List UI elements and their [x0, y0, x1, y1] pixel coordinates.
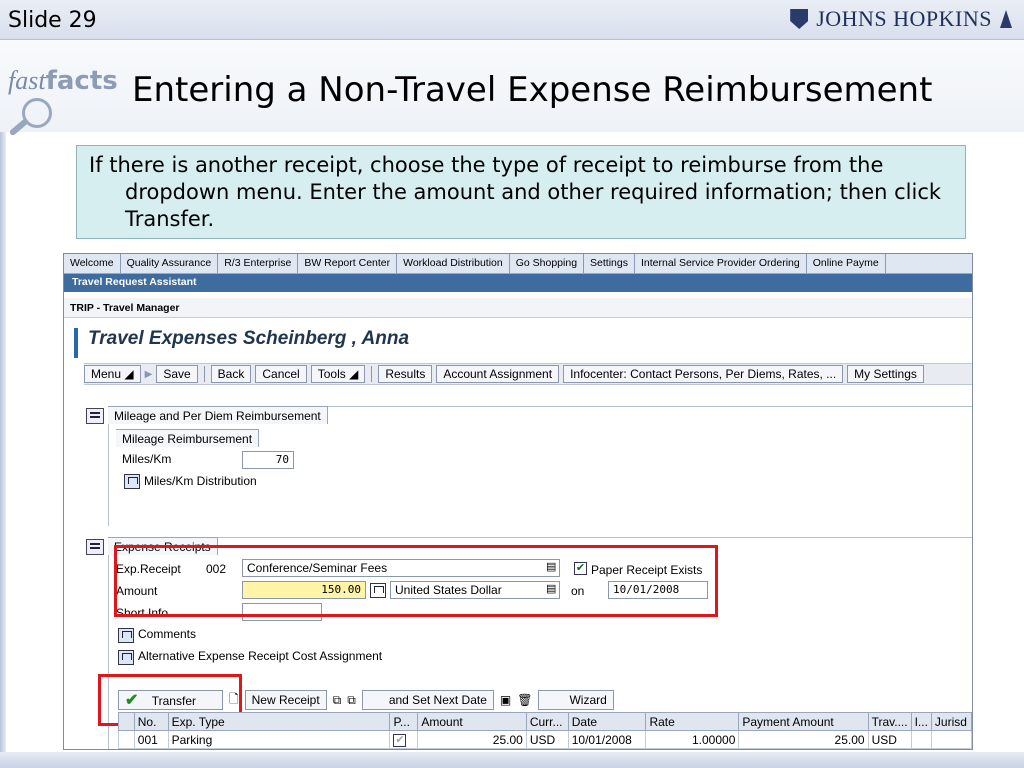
- fastfacts-word-b: facts: [45, 66, 118, 96]
- miles-label: Miles/Km: [122, 452, 172, 466]
- highlight-receipt-fields: [114, 545, 718, 617]
- logo-text: JOHNS HOPKINS: [816, 6, 992, 31]
- save-button[interactable]: Save: [156, 365, 198, 383]
- collapse-section-icon[interactable]: [86, 408, 104, 424]
- collapse-section-icon[interactable]: [86, 539, 104, 555]
- slide-number: Slide 29: [8, 8, 97, 33]
- instruction-text: If there is another receipt, choose the …: [89, 153, 942, 231]
- top-tab-r3-enterprise[interactable]: R/3 Enterprise: [218, 254, 299, 273]
- toolbar-separator: [371, 366, 373, 382]
- johns-hopkins-logo: JOHNS HOPKINS: [790, 6, 1012, 32]
- column-header[interactable]: Jurisd: [930, 712, 972, 731]
- top-tab-go-shopping[interactable]: Go Shopping: [510, 254, 585, 273]
- column-header[interactable]: Rate: [645, 712, 740, 731]
- top-tab-bw-report-center[interactable]: BW Report Center: [298, 254, 398, 273]
- set-next-date-button[interactable]: and Set Next Date: [361, 690, 494, 710]
- checkbox-icon: ✔: [393, 734, 407, 747]
- sub-tab-travel-request-assistant[interactable]: Travel Request Assistant: [64, 274, 972, 292]
- toolbar-separator: [203, 366, 205, 382]
- top-tab-welcome[interactable]: Welcome: [64, 254, 121, 273]
- cell-currency: USD: [525, 730, 569, 749]
- export-icon[interactable]: ▣: [500, 693, 511, 707]
- shield-icon: [790, 9, 809, 29]
- results-button[interactable]: Results: [378, 365, 433, 383]
- copy-icon[interactable]: ⧉: [333, 693, 342, 708]
- mileage-section: [108, 406, 972, 526]
- miles-input[interactable]: 70: [242, 451, 294, 469]
- miles-distribution-link[interactable]: Miles/Km Distribution: [144, 474, 257, 488]
- row-selector-header[interactable]: [118, 712, 135, 731]
- trip-bar: TRIP - Travel Manager: [64, 298, 972, 318]
- row-selector[interactable]: [118, 730, 135, 749]
- cell-jurisdiction: [930, 730, 972, 749]
- page-title: Travel Expenses Scheinberg , Anna: [74, 328, 409, 358]
- new-receipt-button[interactable]: New Receipt: [244, 690, 327, 710]
- distribution-icon[interactable]: [124, 474, 140, 489]
- cell-exp-type: Parking: [167, 730, 391, 749]
- transfer-button[interactable]: ✔ Transfer: [118, 690, 223, 710]
- trash-icon[interactable]: 🗑: [517, 693, 532, 707]
- cancel-button[interactable]: Cancel: [255, 365, 307, 383]
- cell-date: 10/01/2008: [567, 730, 647, 749]
- mileage-section-tab[interactable]: Mileage and Per Diem Reimbursement: [108, 406, 328, 424]
- slide-header: Slide 29 JOHNS HOPKINS: [0, 0, 1024, 40]
- menu-button[interactable]: Menu ◢: [84, 365, 141, 383]
- column-header[interactable]: Amount: [417, 712, 527, 731]
- top-tab-settings[interactable]: Settings: [584, 254, 635, 273]
- column-header[interactable]: P...: [389, 712, 419, 731]
- infocenter-button[interactable]: Infocenter: Contact Persons, Per Diems, …: [563, 365, 844, 383]
- column-header[interactable]: Trav....: [867, 712, 912, 731]
- fastfacts-logo: fastfacts: [4, 58, 118, 138]
- instruction-box: If there is another receipt, choose the …: [76, 145, 966, 239]
- triangle-right-icon: ▶: [144, 368, 153, 380]
- column-header[interactable]: No.: [133, 712, 169, 731]
- column-header[interactable]: Exp. Type: [167, 712, 391, 731]
- bottom-rule: [0, 752, 1024, 768]
- checkmark-icon: ✔: [125, 692, 139, 709]
- magnifier-handle: [8, 117, 30, 137]
- copy-icon[interactable]: ⧉: [347, 693, 356, 708]
- lamp-icon: [1000, 10, 1012, 28]
- back-button[interactable]: Back: [210, 365, 252, 383]
- new-document-icon[interactable]: 🗋: [229, 690, 239, 711]
- column-header[interactable]: I...: [910, 712, 932, 731]
- cost-assignment-icon[interactable]: [118, 650, 134, 665]
- sap-window: Welcome Quality Assurance R/3 Enterprise…: [63, 253, 973, 750]
- cell-payment-amount: 25.00: [738, 730, 869, 749]
- column-header[interactable]: Payment Amount: [738, 712, 869, 731]
- top-tab-workload-distribution[interactable]: Workload Distribution: [397, 254, 510, 273]
- triangle-down-icon: ◢: [124, 367, 134, 381]
- table-header-row: No. Exp. Type P... Amount Curr... Date R…: [118, 712, 972, 731]
- my-settings-button[interactable]: My Settings: [847, 365, 924, 383]
- top-tab-online-payment[interactable]: Online Payme: [807, 254, 886, 273]
- comments-icon[interactable]: [118, 628, 134, 643]
- triangle-down-icon: ◢: [349, 367, 359, 381]
- comments-link[interactable]: Comments: [138, 627, 196, 641]
- column-header[interactable]: Date: [567, 712, 647, 731]
- cell-amount: 25.00: [417, 730, 527, 749]
- table-toolbar: ✔ Transfer 🗋 New Receipt ⧉ ⧉ and Set Nex…: [118, 690, 614, 710]
- cell-paper-receipt: ✔: [389, 730, 419, 749]
- wizard-button[interactable]: Wizard: [538, 690, 614, 710]
- alt-cost-assignment-link[interactable]: Alternative Expense Receipt Cost Assignm…: [138, 649, 382, 663]
- expense-receipts-table: No. Exp. Type P... Amount Curr... Date R…: [118, 712, 972, 749]
- tools-button[interactable]: Tools ◢: [310, 365, 366, 383]
- mileage-subtab[interactable]: Mileage Reimbursement: [116, 429, 260, 447]
- column-header[interactable]: Curr...: [525, 712, 569, 731]
- cell-i: [910, 730, 932, 749]
- cell-rate: 1.00000: [645, 730, 740, 749]
- cell-travel-currency: USD: [867, 730, 912, 749]
- cell-no: 001: [133, 730, 169, 749]
- table-row[interactable]: 001 Parking ✔ 25.00 USD 10/01/2008 1.000…: [118, 730, 972, 749]
- account-assignment-button[interactable]: Account Assignment: [436, 365, 560, 383]
- top-navigation: Welcome Quality Assurance R/3 Enterprise…: [64, 254, 972, 274]
- slide-title: Entering a Non-Travel Expense Reimbursem…: [132, 70, 933, 110]
- top-tab-quality-assurance[interactable]: Quality Assurance: [121, 254, 219, 273]
- fastfacts-word-a: fast: [8, 66, 46, 95]
- left-rule: [0, 132, 6, 768]
- top-tab-internal-service-provider[interactable]: Internal Service Provider Ordering: [635, 254, 807, 273]
- main-toolbar: Menu ◢ ▶ Save Back Cancel Tools ◢ Result…: [84, 363, 972, 385]
